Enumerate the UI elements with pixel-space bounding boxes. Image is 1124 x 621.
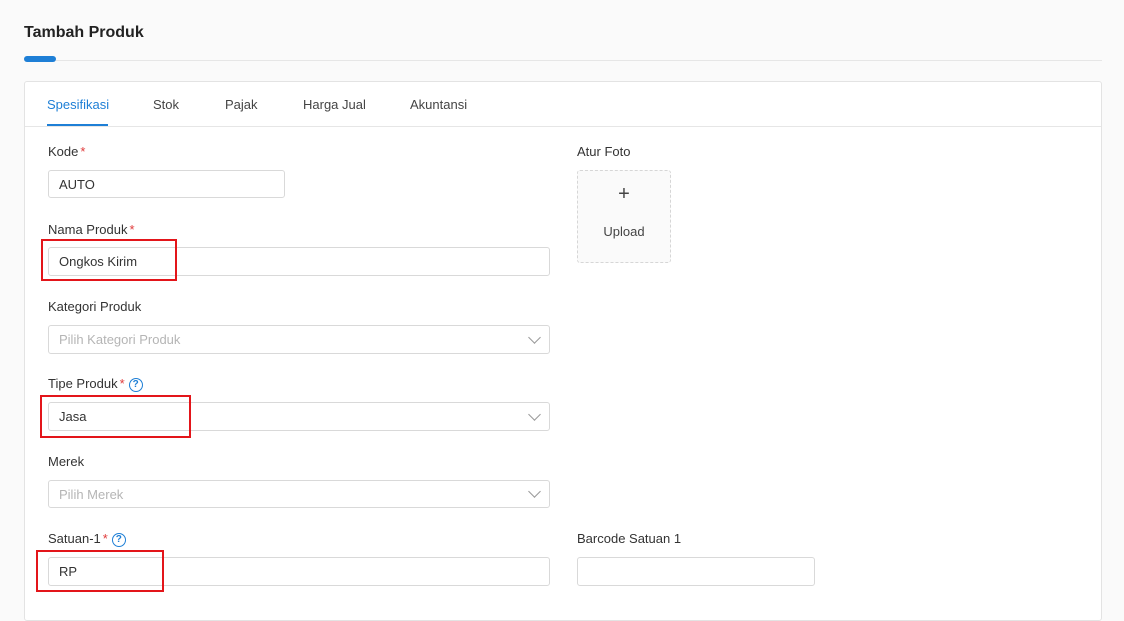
question-circle-icon[interactable]: ? — [111, 533, 126, 547]
question-circle-icon[interactable]: ? — [128, 378, 143, 392]
barcode-satuan-1-input[interactable] — [577, 557, 815, 586]
kode-input[interactable]: AUTO — [48, 170, 285, 198]
chevron-down-icon — [528, 485, 541, 498]
tab-akuntansi[interactable]: Akuntansi — [410, 97, 467, 112]
tipe-produk-value: Jasa — [59, 409, 87, 424]
title-accent-bar — [24, 56, 56, 62]
required-marker: * — [80, 144, 86, 159]
merek-placeholder: Pilih Merek — [59, 486, 124, 502]
upload-label: Upload — [603, 224, 645, 239]
tipe-produk-label: Tipe Produk *? — [48, 376, 143, 392]
kategori-produk-label: Kategori Produk — [48, 299, 142, 314]
active-tab-indicator — [47, 124, 108, 126]
nama-produk-input[interactable]: Ongkos Kirim — [48, 247, 550, 276]
nama-produk-label-text: Nama Produk — [48, 222, 128, 237]
nama-produk-value: Ongkos Kirim — [59, 254, 138, 269]
atur-foto-label: Atur Foto — [577, 144, 631, 159]
chevron-down-icon — [528, 330, 541, 344]
product-form-card: Spesifikasi Stok Pajak Harga Jual Akunta… — [24, 81, 1102, 621]
header-divider — [24, 60, 1102, 61]
page-header: Tambah Produk — [24, 24, 1102, 62]
kode-value: AUTO — [59, 176, 95, 192]
barcode-satuan-1-label: Barcode Satuan 1 — [577, 531, 682, 546]
kategori-produk-placeholder: Pilih Kategori Produk — [59, 332, 181, 347]
photo-upload-button[interactable]: + Upload — [577, 170, 671, 263]
required-marker: * — [102, 531, 108, 546]
tab-stok[interactable]: Stok — [153, 97, 179, 112]
required-marker: * — [129, 222, 135, 237]
tab-pajak[interactable]: Pajak — [225, 97, 258, 112]
satuan-1-input[interactable]: RP — [48, 557, 550, 586]
kode-label: Kode * — [48, 144, 85, 159]
tipe-produk-select[interactable]: Jasa — [48, 402, 550, 431]
tipe-produk-label-text: Tipe Produk — [48, 376, 118, 391]
chevron-down-icon — [528, 407, 541, 421]
required-marker: * — [119, 376, 125, 391]
kode-label-text: Kode — [48, 144, 79, 159]
tab-bar: Spesifikasi Stok Pajak Harga Jual Akunta… — [25, 82, 1101, 127]
tab-spesifikasi[interactable]: Spesifikasi — [47, 97, 109, 112]
plus-icon: + — [618, 183, 630, 205]
nama-produk-label: Nama Produk * — [48, 222, 135, 237]
merek-label: Merek — [48, 454, 85, 469]
merek-select[interactable]: Pilih Merek — [48, 480, 550, 508]
tab-harga-jual[interactable]: Harga Jual — [303, 97, 366, 112]
page-title: Tambah Produk — [24, 24, 144, 41]
satuan-1-value: RP — [59, 564, 78, 579]
kategori-produk-select[interactable]: Pilih Kategori Produk — [48, 325, 550, 354]
satuan-1-label: Satuan-1 *? — [48, 531, 126, 547]
satuan-1-label-text: Satuan-1 — [48, 531, 101, 546]
